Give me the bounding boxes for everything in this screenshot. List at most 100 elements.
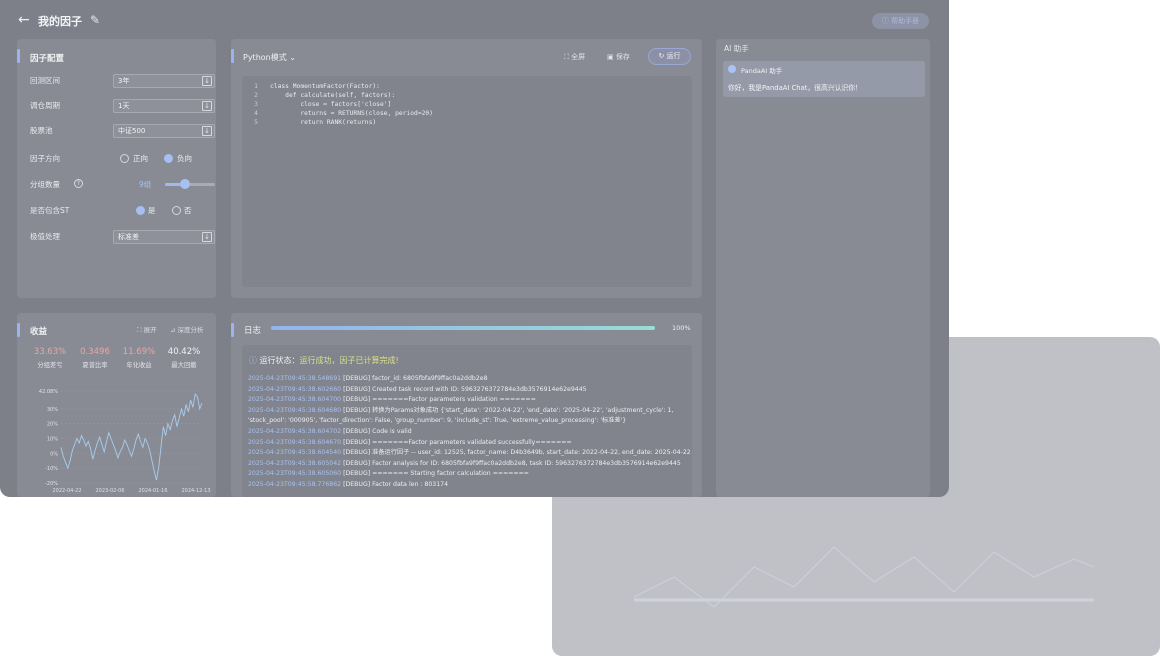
metric-label: 年化收益 [126,362,152,369]
metric-label: 分组差亏 [37,362,63,369]
radio-label: 否 [184,206,192,215]
config-label: 是否包含ST [30,206,70,215]
y-tick-label: 42.08% [39,389,58,395]
log-line: 2025-04-23T09:45:38.604702 [DEBUG] Code … [248,427,688,437]
metric-group-diff: 33.63% 分组差亏 [28,347,72,369]
log-line: 2025-04-23T09:45:38.602660 [DEBUG] Creat… [248,385,688,395]
metric-annual-return: 11.69% 年化收益 [117,347,161,369]
groups-value: 9组 [139,180,152,189]
metric-value: 40.42% [167,347,201,357]
rebalance-period-select[interactable]: 1天 ↓ [113,99,215,113]
code-editor[interactable]: 1 class MomentumFactor(Factor): 2 def cal… [242,76,692,287]
code-text: close = factors['close'] [270,101,392,108]
revenue-line-chart: 42.08% 30% 20% 10% 0% -10% -20%2022-04-22 2023-… [39,389,211,494]
code-line: 3 close = factors['close'] [242,100,682,109]
save-button[interactable]: ▣ 保存 [607,52,630,62]
log-message: 'stock_pool': '000905', 'factor_directio… [248,417,627,425]
revenue-title: 收益 [30,327,48,337]
ai-title: AI 助手 [724,44,749,53]
log-timestamp: 2025-04-23T09:45:38.548691 [248,375,344,382]
select-value: 3年 [118,77,130,85]
log-line: 2025-04-23T09:45:38.604670 [DEBUG] =====… [248,438,688,448]
back-arrow-icon[interactable]: ← [18,13,32,27]
config-title: 因子配置 [30,54,65,64]
expand-icon: ⛶ [137,326,144,334]
run-status: ⓘ 运行状态：运行成功，因子已计算完成! [249,355,399,366]
info-icon: ⓘ [249,356,260,365]
log-message: [DEBUG] 准备运行因子 -- user_id: 12525, factor… [343,449,691,457]
refresh-icon: ↻ [658,52,667,60]
radio-positive[interactable] [120,154,129,163]
question-icon[interactable]: ? [74,179,83,188]
extreme-value-select[interactable]: 标准差 ↓ [113,230,215,244]
log-timestamp: 2025-04-23T09:45:38.604670 [248,438,344,446]
config-row-stock-pool: 股票池 中证500 ↓ [30,124,215,138]
log-output[interactable]: ⓘ 运行状态：运行成功，因子已计算完成! 2025-04-23T09:45:38… [242,345,692,497]
radio-include-st-yes[interactable] [136,206,145,215]
metric-max-drawdown: 40.42% 最大回撤 [162,347,206,369]
accent-bar [231,323,234,337]
y-tick-label: 20% [47,422,58,428]
code-line: 4 returns = RETURNS(close, period=20) [242,109,682,118]
config-label: 回测区间 [30,76,60,85]
log-title: 日志 [244,326,262,336]
help-manual-label: 帮助手册 [891,17,920,25]
log-message: [DEBUG] Code is valid [343,428,412,435]
page-title: 我的因子 [38,15,82,28]
robot-avatar-icon [728,65,736,73]
expand-button[interactable]: ⛶ 展开 [137,324,157,335]
chevron-down-icon: ↓ [202,76,212,86]
line-number: 5 [254,119,258,126]
log-timestamp: 2025-04-23T09:45:38.602660 [248,385,344,393]
metric-value: 11.69% [122,347,156,357]
log-line: 2025-04-23T09:45:38.605042 [DEBUG] Facto… [248,459,688,469]
background-chart [634,546,1094,608]
config-row-direction: 因子方向 正向 负向 [30,152,210,166]
chevron-down-icon: ↓ [202,101,212,111]
line-number: 3 [254,101,258,108]
mode-label: Python模式 [243,53,287,62]
stock-pool-select[interactable]: 中证500 ↓ [113,124,215,138]
config-row-groups: 分组数量 ? 9组 [30,178,215,192]
code-editor-panel: Python模式 ⌄ ⛶ 全屏 ▣ 保存 ↻ 运行 1 class Momentu… [231,39,702,298]
deep-analysis-button[interactable]: ⊿ 深度分析 [170,324,204,334]
help-icon: ⓘ [881,17,892,25]
radio-label: 是 [148,206,156,215]
edit-icon[interactable]: ✎ [90,13,104,27]
log-line: 2025-04-23T09:45:38.604680 [DEBUG] 转换为Pa… [248,406,688,416]
line-number: 1 [254,83,258,90]
backtest-range-select[interactable]: 3年 ↓ [113,74,215,88]
accent-bar [17,49,20,63]
chevron-down-icon: ↓ [202,232,212,242]
code-line: 2 def calculate(self, factors): [242,91,682,100]
config-row-rebalance-period: 调仓周期 1天 ↓ [30,99,215,113]
log-line: 2025-04-23T09:45:38.604700 [DEBUG] =====… [248,395,688,405]
progress-value: 100% [672,324,691,332]
config-label: 股票池 [30,126,53,135]
metric-sharpe: 0.3496 夏普比率 [73,347,117,369]
radio-include-st-no[interactable] [172,206,181,215]
code-line: 1 class MomentumFactor(Factor): [242,82,682,91]
help-manual-button[interactable]: ⓘ 帮助手册 [872,13,929,29]
radio-negative[interactable] [164,154,173,163]
fullscreen-button[interactable]: ⛶ 全屏 [564,52,585,62]
select-value: 1天 [118,102,130,110]
log-timestamp: 2025-04-23T09:45:38.604540 [248,449,344,457]
log-line: 2025-04-23T09:45:38.548691 [DEBUG] facto… [248,374,688,384]
x-tick-label: 2023-02-06 [95,488,124,494]
run-label: 运行 [666,52,681,60]
code-line: 5 return RANK(returns) [242,118,682,127]
accent-bar [17,323,20,337]
assistant-greeting: 你好，我是PandaAI Chat，很高兴认识你！ [728,84,862,92]
python-mode-selector[interactable]: Python模式 ⌄ [243,52,296,63]
expand-label: 展开 [143,326,157,334]
log-timestamp: 2025-04-23T09:45:58.776862 [248,481,344,488]
x-tick-label: 2022-04-22 [52,488,81,494]
save-label: 保存 [615,53,630,61]
run-button[interactable]: ↻ 运行 [648,48,691,65]
config-row-extreme: 极值处理 标准差 ↓ [30,230,215,244]
groups-slider-handle[interactable] [180,179,190,189]
top-bar: ← 我的因子 ✎ ⓘ 帮助手册 [0,0,949,40]
select-value: 中证500 [118,127,146,135]
log-panel: 日志 100% ⓘ 运行状态：运行成功，因子已计算完成! 2025-04-23T… [231,313,702,497]
